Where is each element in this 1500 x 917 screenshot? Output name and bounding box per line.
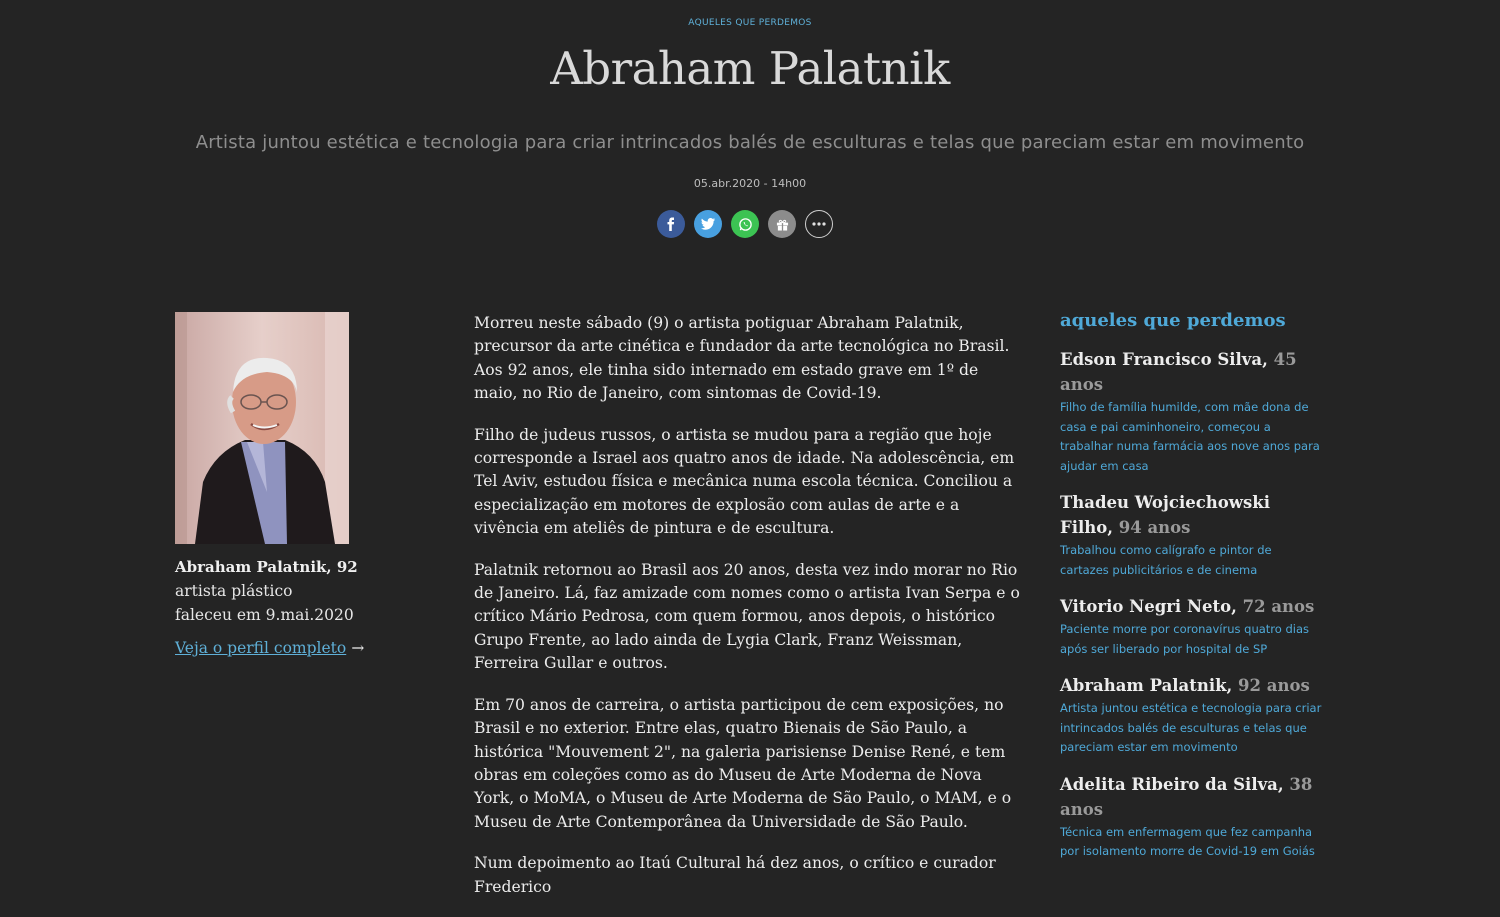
rail-item[interactable]: Abraham Palatnik, 92 anos Artista juntou…: [1060, 673, 1322, 758]
rail-item-name[interactable]: Adelita Ribeiro da Silva,: [1060, 775, 1284, 794]
article-paragraph: Filho de judeus russos, o artista se mud…: [474, 425, 1015, 538]
rail-item-age: 94 anos: [1118, 518, 1191, 537]
article-body: Morreu neste sábado (9) o artista potigu…: [474, 312, 1024, 917]
arrow-right-icon: →: [351, 639, 365, 657]
profile-name: Abraham Palatnik, 92: [175, 558, 358, 576]
rail-item[interactable]: Thadeu Wojciechowski Filho, 94 anos Trab…: [1060, 490, 1322, 580]
article-paragraph: Palatnik retornou ao Brasil aos 20 anos,…: [474, 560, 1020, 673]
twitter-share-button[interactable]: [694, 210, 722, 238]
more-icon: [812, 222, 826, 226]
more-options-button[interactable]: [805, 210, 833, 238]
rail-item[interactable]: Adelita Ribeiro da Silva, 38 anos Técnic…: [1060, 772, 1322, 862]
sidebar-rail: aqueles que perdemos Edson Francisco Sil…: [1060, 310, 1322, 876]
rail-item-desc[interactable]: Paciente morre por coronavírus quatro di…: [1060, 620, 1322, 659]
article-paragraph: Em 70 anos de carreira, o artista partic…: [474, 695, 1012, 831]
share-bar: [657, 210, 833, 238]
rail-item-name[interactable]: Abraham Palatnik,: [1060, 676, 1232, 695]
rail-item[interactable]: Edson Francisco Silva, 45 anos Filho de …: [1060, 347, 1322, 476]
profile-role: artista plástico: [175, 582, 293, 600]
page-title: Abraham Palatnik: [550, 42, 950, 95]
page-subtitle: Artista juntou estética e tecnologia par…: [195, 132, 1305, 153]
rail-item-name[interactable]: Edson Francisco Silva,: [1060, 350, 1268, 369]
rail-item-desc[interactable]: Trabalhou como calígrafo e pintor de car…: [1060, 541, 1322, 580]
profile-card: Abraham Palatnik, 92 artista plástico fa…: [175, 312, 375, 657]
rail-item-age: 92 anos: [1238, 676, 1310, 695]
rail-item-desc[interactable]: Filho de família humilde, com mãe dona d…: [1060, 398, 1322, 476]
profile-death-date: faleceu em 9.mai.2020: [175, 606, 354, 624]
full-profile-link[interactable]: Veja o perfil completo: [175, 639, 346, 657]
rail-item-age: 72 anos: [1242, 597, 1315, 616]
profile-photo: [175, 312, 349, 544]
gift-icon: [776, 219, 788, 231]
section-kicker[interactable]: AQUELES QUE PERDEMOS: [0, 18, 1500, 28]
publish-date: 05.abr.2020 - 14h00: [693, 177, 807, 190]
profile-link-row: Veja o perfil completo →: [175, 638, 375, 657]
facebook-icon: [667, 217, 675, 231]
article-paragraph: Num depoimento ao Itaú Cultural há dez a…: [474, 854, 996, 896]
twitter-icon: [701, 218, 715, 230]
rail-item-name[interactable]: Vitorio Negri Neto,: [1060, 597, 1237, 616]
gift-article-button[interactable]: [768, 210, 796, 238]
rail-item-desc[interactable]: Artista juntou estética e tecnologia par…: [1060, 699, 1322, 758]
facebook-share-button[interactable]: [657, 210, 685, 238]
rail-item-desc[interactable]: Técnica em enfermagem que fez campanha p…: [1060, 823, 1322, 862]
whatsapp-share-button[interactable]: [731, 210, 759, 238]
article-paragraph: Morreu neste sábado (9) o artista potigu…: [474, 314, 1010, 403]
whatsapp-icon: [738, 217, 752, 231]
rail-title[interactable]: aqueles que perdemos: [1060, 310, 1322, 331]
rail-item[interactable]: Vitorio Negri Neto, 72 anos Paciente mor…: [1060, 594, 1322, 659]
